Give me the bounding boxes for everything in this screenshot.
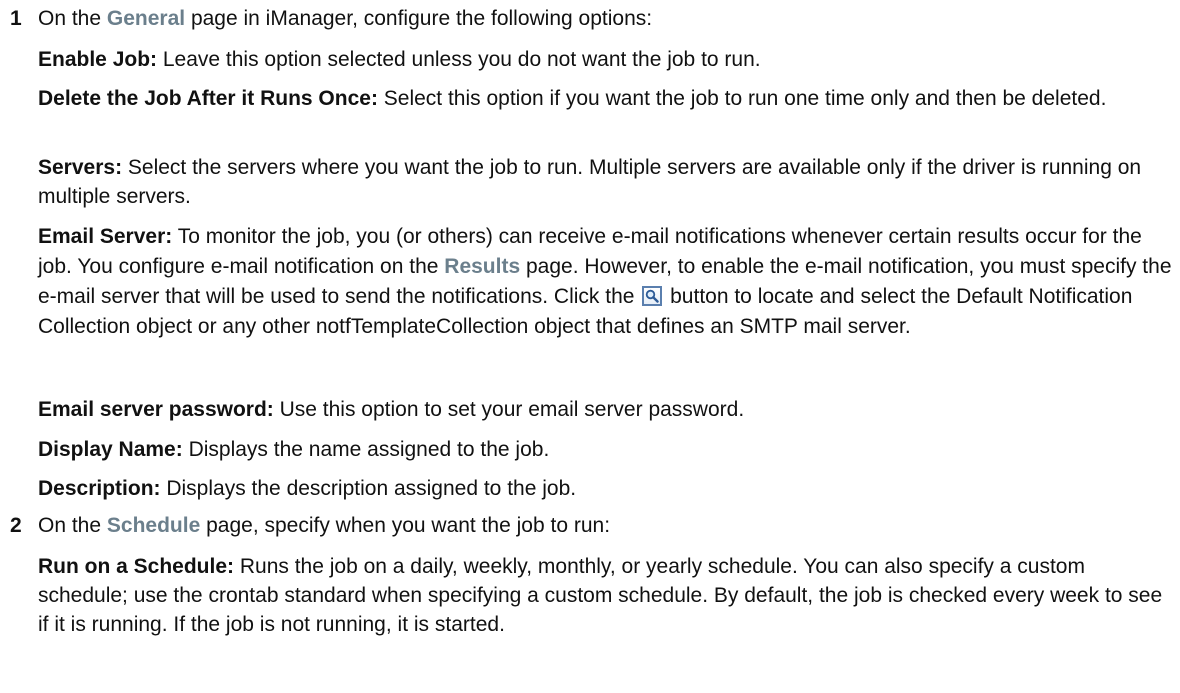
option-display-name: Display Name: Displays the name assigned… — [38, 438, 550, 461]
step-number: 1 — [10, 7, 22, 30]
step-number: 2 — [10, 514, 22, 537]
option-run-on-schedule: Run on a Schedule: Runs the job on a dai… — [38, 555, 1163, 636]
option-term: Email server password: — [38, 398, 274, 421]
step-2: 2 On the Schedule page, specify when you … — [10, 514, 611, 537]
option-term: Display Name: — [38, 438, 183, 461]
option-term: Servers: — [38, 156, 123, 179]
option-term: Email Server: — [38, 225, 173, 248]
ui-reference-general: General — [106, 7, 186, 30]
option-term: Enable Job: — [38, 48, 158, 71]
option-email-password: Email server password: Use this option t… — [38, 398, 745, 421]
ui-reference-schedule: Schedule — [106, 514, 201, 537]
step-1: 1 On the General page in iManager, config… — [10, 7, 653, 30]
option-term: Description: — [38, 477, 161, 500]
option-term: Run on a Schedule: — [38, 555, 235, 578]
option-enable-job: Enable Job: Leave this option selected u… — [38, 48, 761, 71]
option-delete-job: Delete the Job After it Runs Once: Selec… — [38, 87, 1107, 110]
ui-reference-results: Results — [444, 255, 521, 278]
option-email-server: Email Server: To monitor the job, you (o… — [38, 225, 1172, 338]
option-servers: Servers: Select the servers where you wa… — [38, 156, 1142, 208]
option-description: Description: Displays the description as… — [38, 477, 577, 500]
option-term: Delete the Job After it Runs Once: — [38, 87, 378, 110]
search-icon[interactable] — [642, 286, 663, 306]
